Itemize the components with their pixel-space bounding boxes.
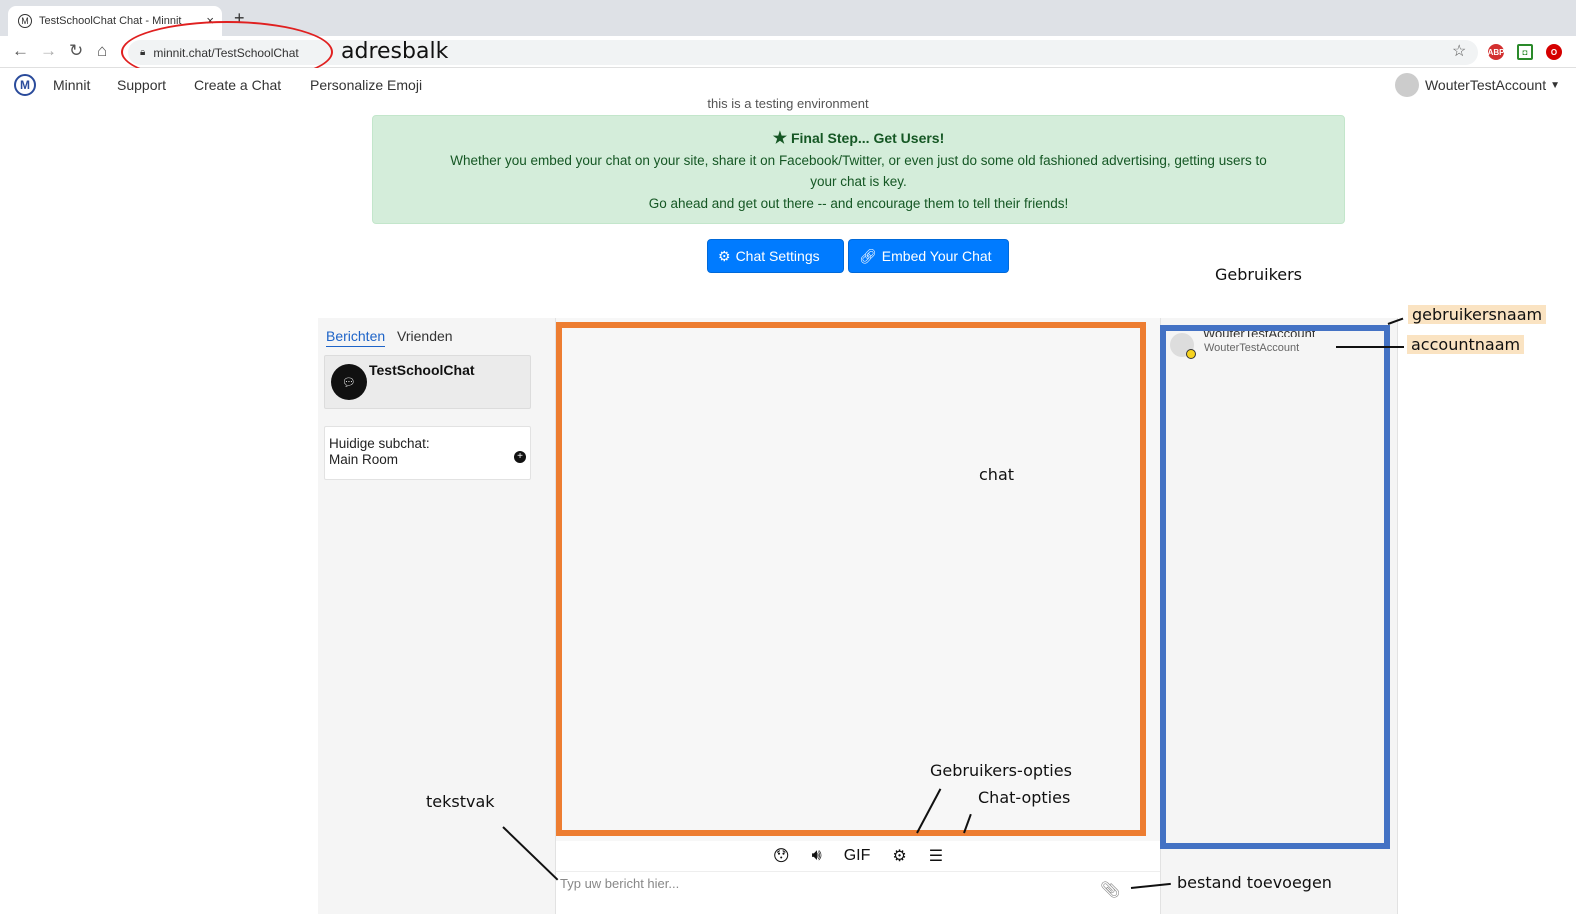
pointer-line — [1336, 346, 1404, 348]
chat-bubble-icon: 💬︎ — [331, 364, 367, 400]
chevron-down-icon: ▼ — [1550, 79, 1560, 91]
environment-notice: this is a testing environment — [707, 96, 869, 111]
gebruikers-annotation: Gebruikers — [1215, 265, 1303, 284]
extension-icon[interactable]: ◘ — [1517, 44, 1533, 60]
gif-button[interactable]: GIF — [844, 847, 871, 865]
alert-line-3: Go ahead and get out there -- and encour… — [648, 195, 1069, 211]
avatar — [1394, 73, 1419, 97]
embed-chat-button[interactable]: 🔗︎ Embed Your Chat — [848, 239, 1009, 273]
gear-icon: ⚙ — [718, 247, 731, 264]
paperclip-icon[interactable]: 📎︎ — [1100, 880, 1120, 900]
user-options-gear-icon[interactable]: ⚙ — [892, 846, 906, 866]
opera-extension-icon[interactable]: O — [1546, 44, 1562, 60]
alert-line-2: your chat is key. — [810, 174, 907, 189]
alert-title-row: ★ Final Step... Get Users! — [373, 128, 1344, 150]
back-icon[interactable]: ← — [12, 41, 29, 61]
nav-support[interactable]: Support — [117, 77, 166, 93]
link-icon: 🔗︎ — [859, 247, 877, 264]
minnit-logo-icon[interactable]: M — [14, 74, 36, 96]
chat-annotation: chat — [979, 465, 1015, 484]
final-step-alert: ★ Final Step... Get Users! Whether you e… — [372, 115, 1345, 224]
chat-toolbar: 😯︎ 🔊︎ GIF ⚙ ☰ — [556, 841, 1160, 871]
adresbalk-annotation: adresbalk — [341, 39, 449, 64]
gebruikers-opties-annotation: Gebruikers-opties — [930, 761, 1072, 780]
account-menu[interactable]: WouterTestAccount ▼ — [1394, 73, 1560, 97]
chat-opties-annotation: Chat-opties — [978, 788, 1071, 807]
subchat-name: Main Room — [329, 452, 399, 467]
panel-tabs: Berichten Vrienden — [326, 328, 461, 347]
account-name: WouterTestAccount — [1424, 77, 1547, 93]
nav-minnit[interactable]: Minnit — [53, 77, 90, 93]
emoji-icon[interactable]: 😯︎ — [773, 846, 790, 866]
adblock-extension-icon[interactable]: ABP — [1488, 44, 1504, 60]
add-subchat-icon[interactable]: + — [514, 451, 526, 463]
embed-chat-label: Embed Your Chat — [881, 248, 992, 264]
nav-create-chat[interactable]: Create a Chat — [194, 77, 281, 93]
alert-title: Final Step... Get Users! — [790, 130, 945, 146]
message-input[interactable]: Typ uw bericht hier... — [556, 871, 1160, 914]
chat-card[interactable]: 💬︎ TestSchoolChat — [324, 355, 531, 409]
star-icon: ★ — [772, 130, 788, 147]
alert-line-1: Whether you embed your chat on your site… — [450, 152, 1267, 168]
chat-list-panel: Berichten Vrienden 💬︎ TestSchoolChat Hui… — [318, 318, 556, 914]
home-icon[interactable]: ⌂ — [97, 41, 107, 61]
accountnaam-annotation: accountnaam — [1407, 335, 1525, 354]
bookmark-star-icon[interactable]: ☆ — [1452, 41, 1466, 61]
gebruikersnaam-annotation: gebruikersnaam — [1408, 305, 1547, 324]
chat-highlight-frame — [556, 322, 1146, 836]
forward-icon[interactable]: → — [40, 41, 57, 61]
tab-title: TestSchoolChat Chat - Minnit — [39, 15, 182, 27]
minnit-favicon-icon: M — [18, 14, 32, 28]
tab-friends[interactable]: Vrienden — [397, 328, 453, 344]
tab-messages[interactable]: Berichten — [326, 328, 386, 347]
chat-name: TestSchoolChat — [369, 362, 475, 378]
chat-options-menu-icon[interactable]: ☰ — [929, 846, 943, 866]
subchat-box[interactable]: Huidige subchat: Main Room + — [324, 426, 531, 480]
tekstvak-annotation: tekstvak — [426, 792, 495, 811]
chat-settings-button[interactable]: ⚙ Chat Settings — [707, 239, 844, 273]
chat-settings-label: Chat Settings — [735, 248, 820, 264]
reload-icon[interactable]: ↻ — [69, 41, 83, 61]
subchat-label: Huidige subchat: — [329, 436, 430, 451]
bestand-toevoegen-annotation: bestand toevoegen — [1177, 873, 1332, 892]
nav-personalize-emoji[interactable]: Personalize Emoji — [310, 77, 422, 93]
users-highlight-frame — [1160, 325, 1390, 849]
sound-icon[interactable]: 🔊︎ — [812, 847, 822, 865]
